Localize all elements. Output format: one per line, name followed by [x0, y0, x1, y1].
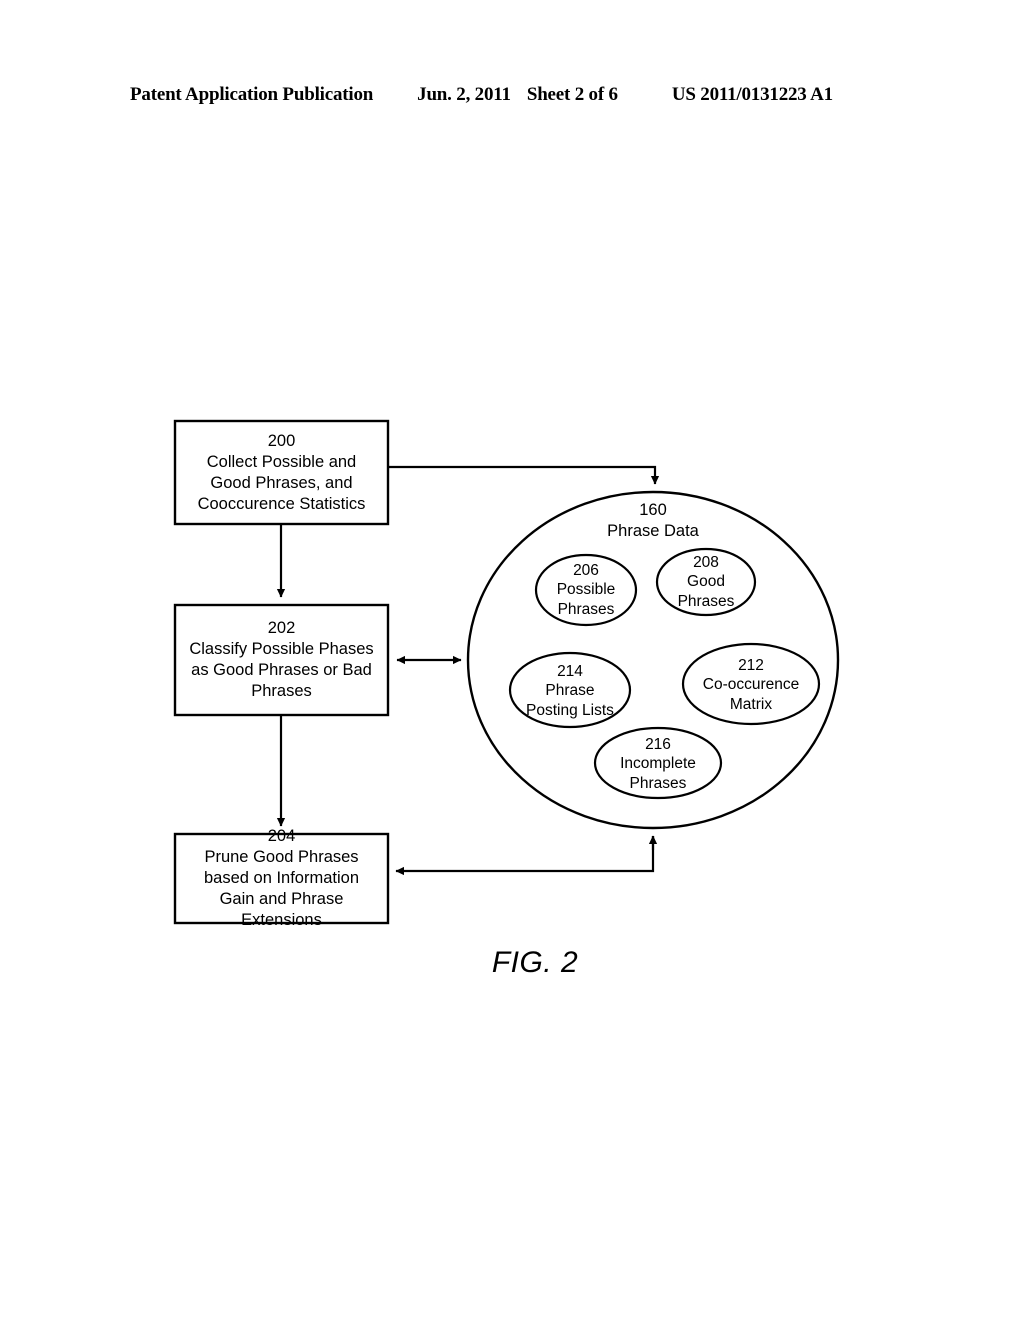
connector-phrase-data-to-box204 — [395, 836, 655, 876]
diagram-canvas — [173, 419, 840, 925]
data-ellipse-206 — [534, 553, 638, 627]
connector-box200-to-phrase-data — [388, 465, 660, 485]
process-box-200 — [173, 419, 390, 526]
process-box-202 — [173, 603, 390, 717]
phrase-data-container — [466, 490, 840, 830]
process-box-204 — [173, 832, 390, 925]
figure-caption: FIG. 2 — [491, 946, 579, 979]
figure-2-diagram: 200 Collect Possible and Good Phrases, a… — [0, 0, 1024, 1320]
